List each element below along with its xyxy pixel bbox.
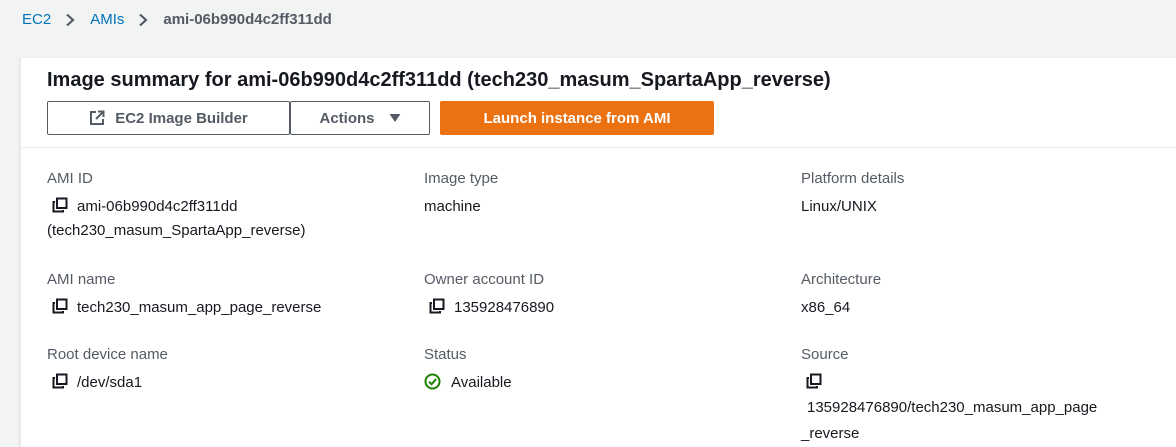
external-link-icon <box>89 110 105 126</box>
ami-name-field: AMI name tech230_masum_app_page_reverse <box>47 270 321 318</box>
owner-account-id-value: 135928476890 <box>454 299 555 316</box>
caret-down-icon <box>389 113 401 123</box>
image-type-field: Image type machine <box>424 169 498 217</box>
owner-account-id-label: Owner account ID <box>424 271 545 288</box>
root-device-name-value: /dev/sda1 <box>77 374 143 391</box>
source-value-line2: _reverse <box>801 425 860 442</box>
breadcrumb-current: ami-06b990d4c2ff311dd <box>163 11 332 28</box>
root-device-name-field: Root device name /dev/sda1 <box>47 345 168 393</box>
actions-dropdown-button[interactable]: Actions <box>290 101 430 135</box>
ec2-image-builder-label: EC2 Image Builder <box>115 109 248 127</box>
chevron-right-icon <box>137 13 149 27</box>
status-field: Status Available <box>424 345 512 393</box>
breadcrumb: EC2 AMIs ami-06b990d4c2ff311dd <box>22 11 332 28</box>
source-label: Source <box>801 346 849 363</box>
breadcrumb-ec2-link[interactable]: EC2 <box>22 11 51 28</box>
chevron-right-icon <box>64 13 76 27</box>
panel-header: Image summary for ami-06b990d4c2ff311dd … <box>21 58 1176 148</box>
architecture-field: Architecture x86_64 <box>801 270 881 318</box>
copy-icon[interactable] <box>429 298 445 314</box>
platform-details-label: Platform details <box>801 170 905 187</box>
ami-id-label: AMI ID <box>47 170 93 187</box>
image-type-label: Image type <box>424 170 499 187</box>
image-type-value: machine <box>424 198 481 215</box>
ami-name-value: tech230_masum_app_page_reverse <box>77 299 322 316</box>
architecture-label: Architecture <box>801 271 882 288</box>
copy-icon[interactable] <box>52 197 68 213</box>
breadcrumb-amis-link[interactable]: AMIs <box>90 11 124 28</box>
ec2-image-builder-button[interactable]: EC2 Image Builder <box>47 101 290 135</box>
status-value: Available <box>451 374 512 391</box>
ami-id-value: ami-06b990d4c2ff311dd <box>77 198 238 215</box>
owner-account-id-field: Owner account ID 135928476890 <box>424 270 554 318</box>
launch-instance-button[interactable]: Launch instance from AMI <box>440 101 714 135</box>
copy-icon[interactable] <box>52 373 68 389</box>
actions-label: Actions <box>319 109 375 127</box>
platform-details-value: Linux/UNIX <box>801 198 877 215</box>
status-check-icon <box>424 373 441 390</box>
platform-details-field: Platform details Linux/UNIX <box>801 169 904 217</box>
copy-icon[interactable] <box>52 298 68 314</box>
root-device-name-label: Root device name <box>47 346 168 363</box>
ami-id-value-name: (tech230_masum_SpartaApp_reverse) <box>47 222 306 239</box>
ami-name-label: AMI name <box>47 271 116 288</box>
ami-id-field: AMI ID ami-06b990d4c2ff311dd (tech230_ma… <box>47 169 305 241</box>
image-summary-panel: Image summary for ami-06b990d4c2ff311dd … <box>20 57 1176 447</box>
page-title: Image summary for ami-06b990d4c2ff311dd … <box>47 69 831 91</box>
architecture-value: x86_64 <box>801 299 851 316</box>
source-field: Source 135928476890/tech230_masum_app_pa… <box>801 345 1176 447</box>
copy-icon[interactable] <box>806 373 822 389</box>
status-label: Status <box>424 346 467 363</box>
source-value: 135928476890/tech230_masum_app_page <box>807 399 1098 416</box>
